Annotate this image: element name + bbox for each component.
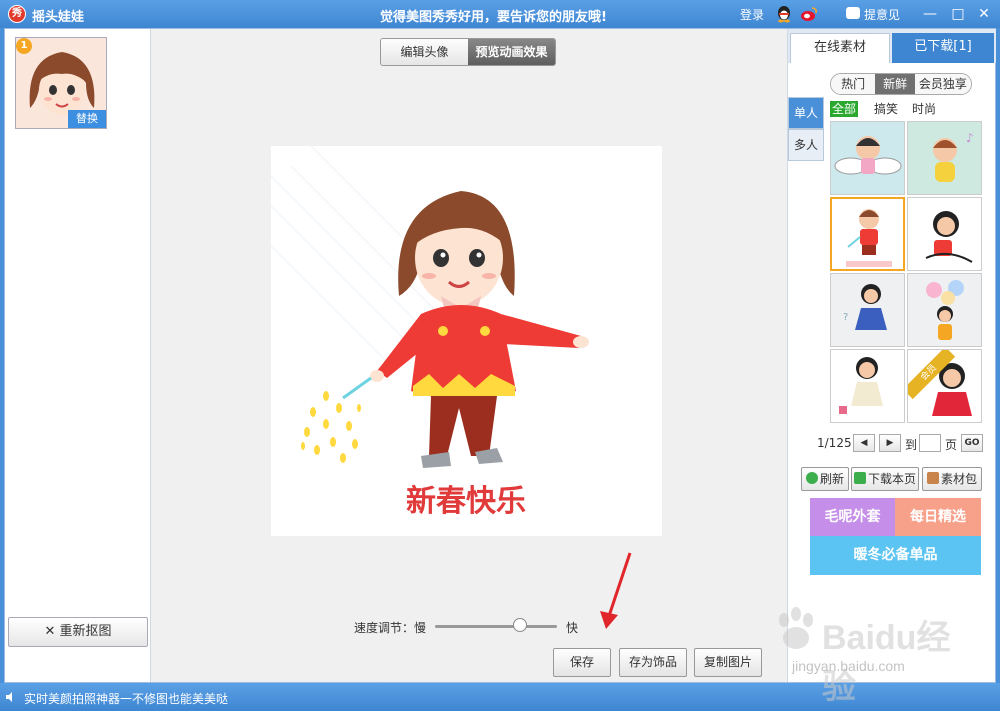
red-arrow-annotation <box>600 552 632 629</box>
refresh-button[interactable]: 刷新 <box>801 467 849 491</box>
save-button[interactable]: 保存 <box>553 648 611 677</box>
ad-banner: 毛呢外套 每日精选 暖冬必备单品 <box>810 498 981 575</box>
tab-preview-animation[interactable]: 预览动画效果 <box>468 39 555 65</box>
weibo-icon[interactable] <box>800 5 818 23</box>
qq-icon[interactable] <box>776 5 792 23</box>
material-item[interactable]: ♪ <box>907 121 982 195</box>
download-page-label: 下载本页 <box>867 472 916 486</box>
refresh-label: 刷新 <box>819 472 844 486</box>
material-thumbnail-image <box>846 209 892 267</box>
minimize-button[interactable]: — <box>920 4 940 24</box>
filter-all[interactable]: 全部 <box>830 101 859 117</box>
preview-caption: 新春快乐 <box>406 484 526 519</box>
material-item[interactable] <box>907 197 982 271</box>
banner-winter-essentials[interactable]: 暖冬必备单品 <box>810 536 981 575</box>
maximize-button[interactable]: □ <box>948 4 968 24</box>
speed-fast-label: 快 <box>566 621 579 635</box>
speed-label: 速度调节：慢 <box>354 621 427 635</box>
svg-text:♪: ♪ <box>966 131 974 145</box>
material-item[interactable]: ? <box>830 273 905 347</box>
preview-illustration: 新春快乐 <box>271 146 589 519</box>
status-message[interactable]: 实时美颜拍照神器一不修图也能美美哒 <box>24 690 228 707</box>
right-panel: 在线素材 已下载[1] 热门 新鲜 会员独享 单人 多人 全部 搞笑 时尚 ♪ … <box>787 29 996 682</box>
tab-hot[interactable]: 热门 <box>831 74 876 94</box>
material-thumbnail-image: ? <box>843 284 887 330</box>
login-link[interactable]: 登录 <box>740 6 764 23</box>
banner-wool-coat[interactable]: 毛呢外套 <box>810 498 895 536</box>
material-thumbnail-image <box>834 136 902 175</box>
main-area: 1 替换 ✕ 重新抠图 编辑头像 预览动画效果 新春快乐 速度调节：慢 快 保存… <box>4 28 996 683</box>
material-item[interactable] <box>907 273 982 347</box>
feedback-icon <box>846 7 860 19</box>
page-suffix-label: 页 <box>945 438 958 452</box>
material-thumbnail-image <box>839 357 883 414</box>
pagination: 1/125 ◀ ▶ 到 页 GO <box>817 434 993 452</box>
slogan: 觉得美图秀秀好用，要告诉您的朋友哦! <box>380 10 607 25</box>
close-button[interactable]: ✕ <box>974 4 994 24</box>
material-item[interactable] <box>830 121 905 195</box>
download-icon <box>853 472 866 484</box>
tab-downloaded[interactable]: 已下载[1] <box>892 33 994 63</box>
feedback-link[interactable]: 提意见 <box>864 6 900 23</box>
app-logo-icon: 秀 <box>8 5 26 23</box>
material-item[interactable] <box>830 349 905 423</box>
side-tab-multi[interactable]: 多人 <box>788 129 824 161</box>
page-indicator: 1/125 <box>817 436 852 450</box>
material-item-selected[interactable] <box>830 197 905 271</box>
app-title: 摇头娃娃 <box>32 10 85 25</box>
tab-new[interactable]: 新鲜 <box>875 74 915 94</box>
title-bar: 秀 摇头娃娃 觉得美图秀秀好用，要告诉您的朋友哦! 登录 提意见 — □ ✕ <box>0 0 1000 28</box>
copy-image-button[interactable]: 复制图片 <box>694 648 762 677</box>
category-tabs: 热门 新鲜 会员独享 <box>830 73 972 95</box>
avatar-thumbnail[interactable]: 1 替换 <box>15 37 107 129</box>
svg-text:?: ? <box>843 312 848 323</box>
mode-tabs: 编辑头像 预览动画效果 <box>380 38 556 66</box>
recut-button[interactable]: ✕ 重新抠图 <box>8 617 148 647</box>
replace-button[interactable]: 替换 <box>68 110 106 128</box>
material-thumbnail-image <box>926 280 964 340</box>
side-tab-single[interactable]: 单人 <box>788 97 824 129</box>
speed-slider-handle[interactable] <box>513 618 528 632</box>
material-tabs: 在线素材 已下载[1] <box>788 29 996 63</box>
thumbnail-index-badge: 1 <box>16 38 32 54</box>
tab-vip-only[interactable]: 会员独享 <box>914 74 971 94</box>
left-panel: 1 替换 ✕ 重新抠图 <box>5 29 151 682</box>
goto-label: 到 <box>905 438 918 452</box>
speed-slider[interactable] <box>435 625 557 628</box>
tab-online-materials[interactable]: 在线素材 <box>790 33 890 63</box>
watermark-url: jingyan.baidu.com <box>792 658 905 674</box>
material-item-vip[interactable]: 会员 <box>907 349 982 423</box>
paw-icon <box>779 607 813 649</box>
speaker-icon <box>6 692 12 702</box>
material-thumbnail-image <box>925 211 973 263</box>
page-number-input[interactable] <box>919 434 941 452</box>
material-pack-button[interactable]: 素材包 <box>922 467 982 491</box>
banner-daily-picks[interactable]: 每日精选 <box>895 498 981 536</box>
tab-edit-avatar[interactable]: 编辑头像 <box>381 39 468 65</box>
animation-preview: 新春快乐 <box>271 146 662 536</box>
save-as-ornament-button[interactable]: 存为饰品 <box>619 648 687 677</box>
prev-page-button[interactable]: ◀ <box>853 434 875 452</box>
center-panel: 编辑头像 预览动画效果 新春快乐 速度调节：慢 快 保存 存为饰品 复制图片 <box>152 29 786 682</box>
next-page-button[interactable]: ▶ <box>879 434 901 452</box>
material-pack-label: 素材包 <box>940 472 977 486</box>
close-x-icon: ✕ <box>44 624 56 639</box>
material-grid: ♪ ? 会员 <box>830 121 984 427</box>
recut-label: 重新抠图 <box>59 624 112 639</box>
go-button[interactable]: GO <box>961 434 983 452</box>
baidu-watermark: Baidu经验 jingyan.baidu.com <box>762 600 982 706</box>
download-page-button[interactable]: 下载本页 <box>851 467 919 491</box>
material-thumbnail-image: ♪ <box>933 131 974 182</box>
refresh-icon <box>805 472 818 484</box>
package-icon <box>926 472 939 484</box>
filter-fashion[interactable]: 时尚 <box>910 101 938 117</box>
filter-funny[interactable]: 搞笑 <box>872 101 900 117</box>
